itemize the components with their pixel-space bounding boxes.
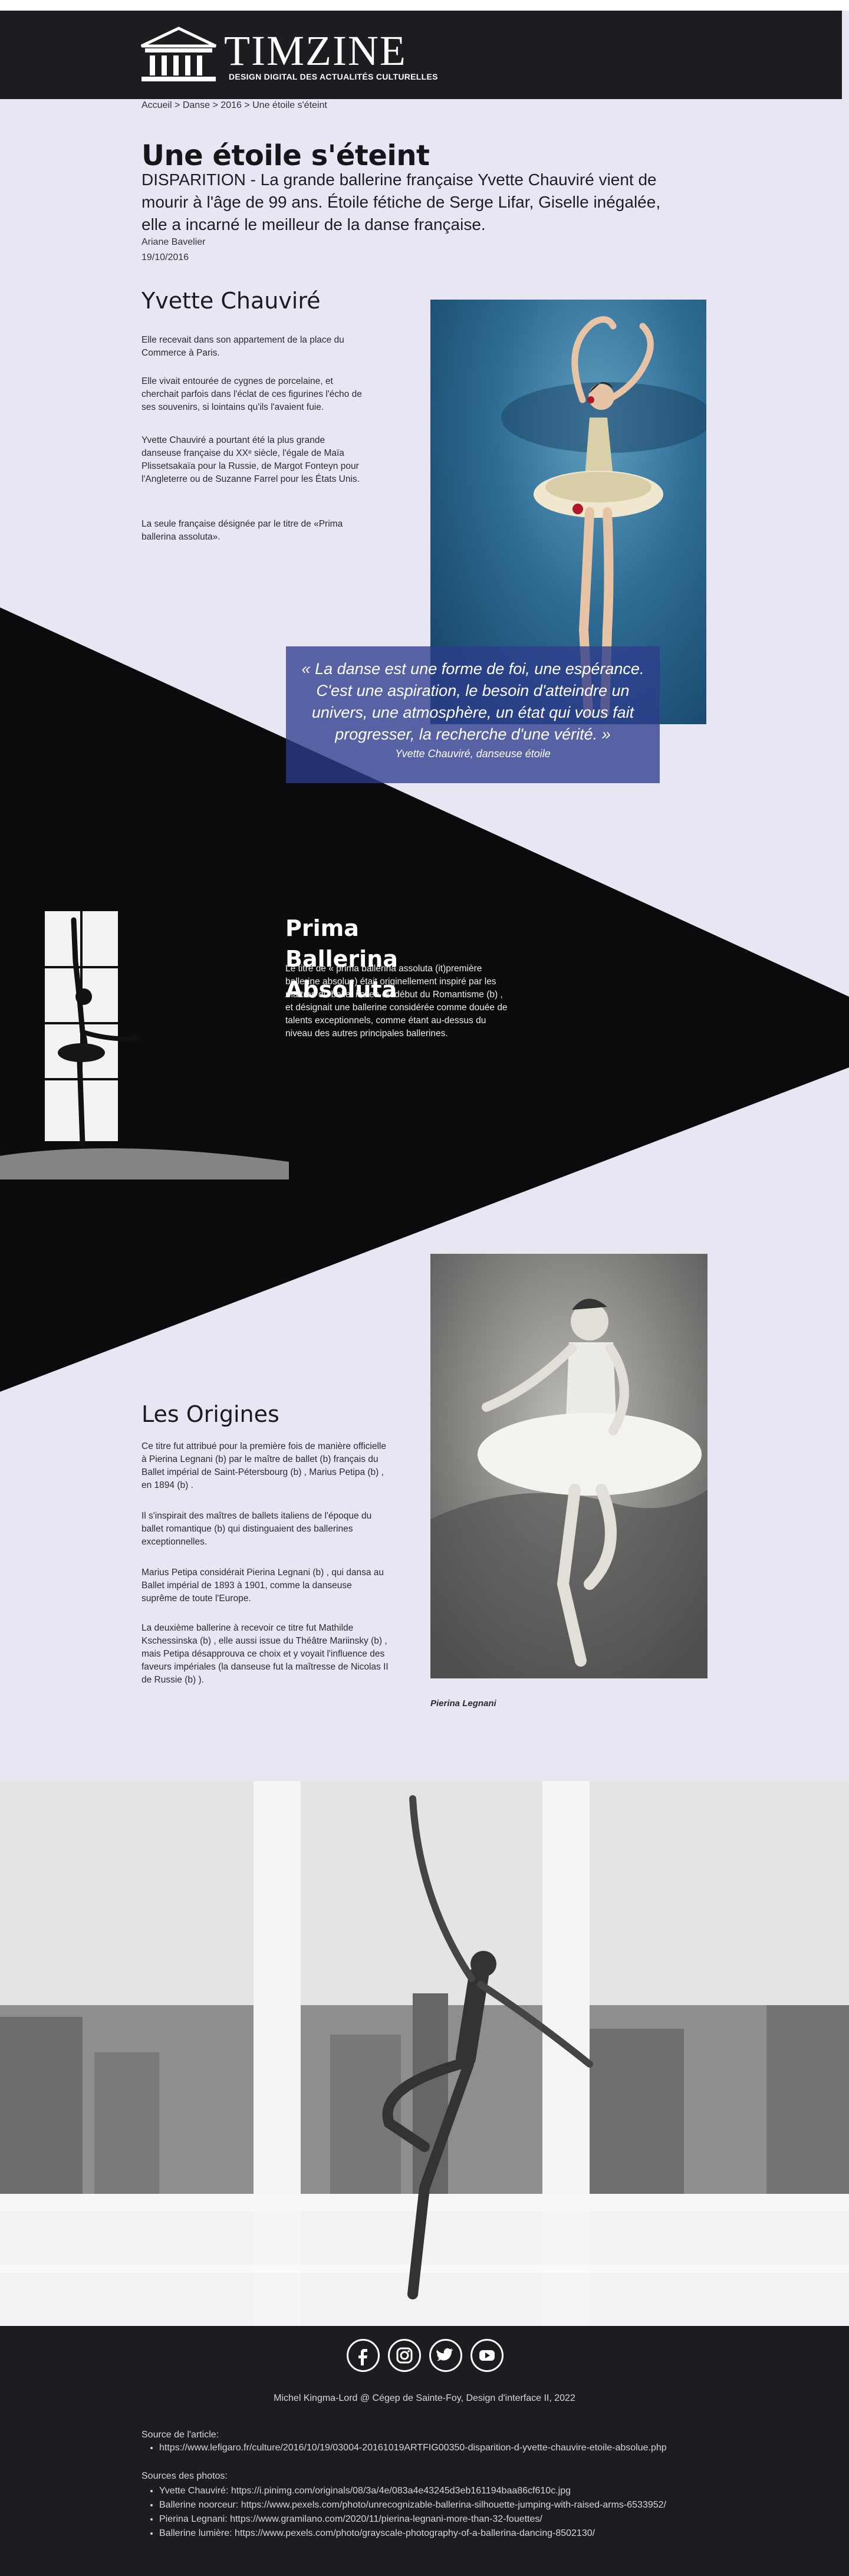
yvette-paragraph: Yvette Chauviré a pourtant été la plus g… bbox=[142, 435, 360, 484]
origines-paragraph: La deuxième ballerine à recevoir ce titr… bbox=[142, 1623, 389, 1685]
source-link[interactable]: https://www.lefigaro.fr/culture/2016/10/… bbox=[159, 2443, 667, 2453]
pierina-legnani-photo bbox=[430, 1254, 708, 1678]
ballerina-silhouette-photo bbox=[0, 896, 289, 1179]
logo-tagline: DESIGN DIGITAL DES ACTUALITÉS CULTURELLE… bbox=[229, 72, 438, 81]
photo-sources-heading: Sources des photos: bbox=[142, 2471, 228, 2481]
pull-quote: « La danse est une forme de foi, une esp… bbox=[286, 646, 660, 783]
article-lede: DISPARITION - La grande ballerine frança… bbox=[142, 170, 661, 234]
twitter-icon[interactable] bbox=[429, 2339, 462, 2372]
yvette-paragraph: Elle vivait entourée de cygnes de porcel… bbox=[142, 376, 362, 412]
breadcrumb: Accueil > Danse > 2016 > Une étoile s'ét… bbox=[142, 100, 327, 110]
breadcrumb-2016[interactable]: 2016 bbox=[221, 100, 242, 110]
facebook-icon[interactable] bbox=[347, 2339, 380, 2372]
photo-sources-list: Yvette Chauviré: https://i.pinimg.com/or… bbox=[153, 2484, 666, 2541]
article-date: 19/10/2016 bbox=[142, 252, 189, 262]
section-heading-origines: Les Origines bbox=[142, 1401, 279, 1427]
breadcrumb-danse[interactable]: Danse bbox=[183, 100, 210, 110]
theater-logo-icon[interactable] bbox=[137, 26, 221, 84]
origines-paragraph: Il s'inspirait des maîtres de ballets it… bbox=[142, 1511, 372, 1547]
breadcrumb-home[interactable]: Accueil bbox=[142, 100, 172, 110]
section-heading-yvette: Yvette Chauviré bbox=[142, 288, 321, 314]
breadcrumb-current: Une étoile s'éteint bbox=[252, 100, 327, 110]
youtube-glyph bbox=[479, 2350, 495, 2361]
origines-paragraph: Ce titre fut attribué pour la première f… bbox=[142, 1441, 386, 1490]
youtube-icon[interactable] bbox=[470, 2339, 504, 2372]
photo-caption: Pierina Legnani bbox=[430, 1698, 496, 1708]
window-ballerina-illustration bbox=[0, 1781, 849, 2326]
instagram-icon[interactable] bbox=[388, 2339, 421, 2372]
logo-wordmark[interactable]: TIMZINE bbox=[224, 29, 407, 72]
yvette-paragraph: Elle recevait dans son appartement de la… bbox=[142, 335, 344, 358]
article-author: Ariane Bavelier bbox=[142, 237, 206, 247]
article-source-heading: Source de l'article: bbox=[142, 2430, 219, 2440]
prima-paragraph: Le titre de « prima ballerina assoluta (… bbox=[285, 964, 508, 1039]
window-silhouette-illustration bbox=[0, 896, 289, 1179]
yvette-paragraph: La seule française désignée par le titre… bbox=[142, 519, 343, 542]
quote-text: « La danse est une forme de foi, une esp… bbox=[301, 660, 644, 743]
instagram-glyph bbox=[396, 2347, 413, 2364]
vintage-ballerina-illustration bbox=[430, 1254, 708, 1678]
facebook-glyph bbox=[358, 2349, 367, 2365]
photo-source-link[interactable]: Yvette Chauviré: https://i.pinimg.com/or… bbox=[159, 2484, 666, 2498]
photo-source-link[interactable]: Ballerine lumière: https://www.pexels.co… bbox=[159, 2526, 666, 2541]
twitter-glyph bbox=[436, 2348, 453, 2361]
footer-credit: Michel Kingma-Lord @ Cégep de Sainte-Foy… bbox=[274, 2393, 575, 2403]
origines-paragraph: Marius Petipa considérait Pierina Legnan… bbox=[142, 1568, 384, 1604]
top-strip bbox=[0, 0, 849, 11]
photo-source-link[interactable]: Ballerine noorceur: https://www.pexels.c… bbox=[159, 2498, 666, 2512]
site-header bbox=[0, 11, 842, 99]
photo-source-link[interactable]: Pierina Legnani: https://www.gramilano.c… bbox=[159, 2512, 666, 2526]
ballerina-window-photo bbox=[0, 1781, 849, 2326]
article-source-list: https://www.lefigaro.fr/culture/2016/10/… bbox=[153, 2443, 667, 2453]
page-title: Une étoile s'éteint bbox=[142, 139, 430, 172]
quote-author: Yvette Chauviré, danseuse étoile bbox=[395, 748, 551, 760]
